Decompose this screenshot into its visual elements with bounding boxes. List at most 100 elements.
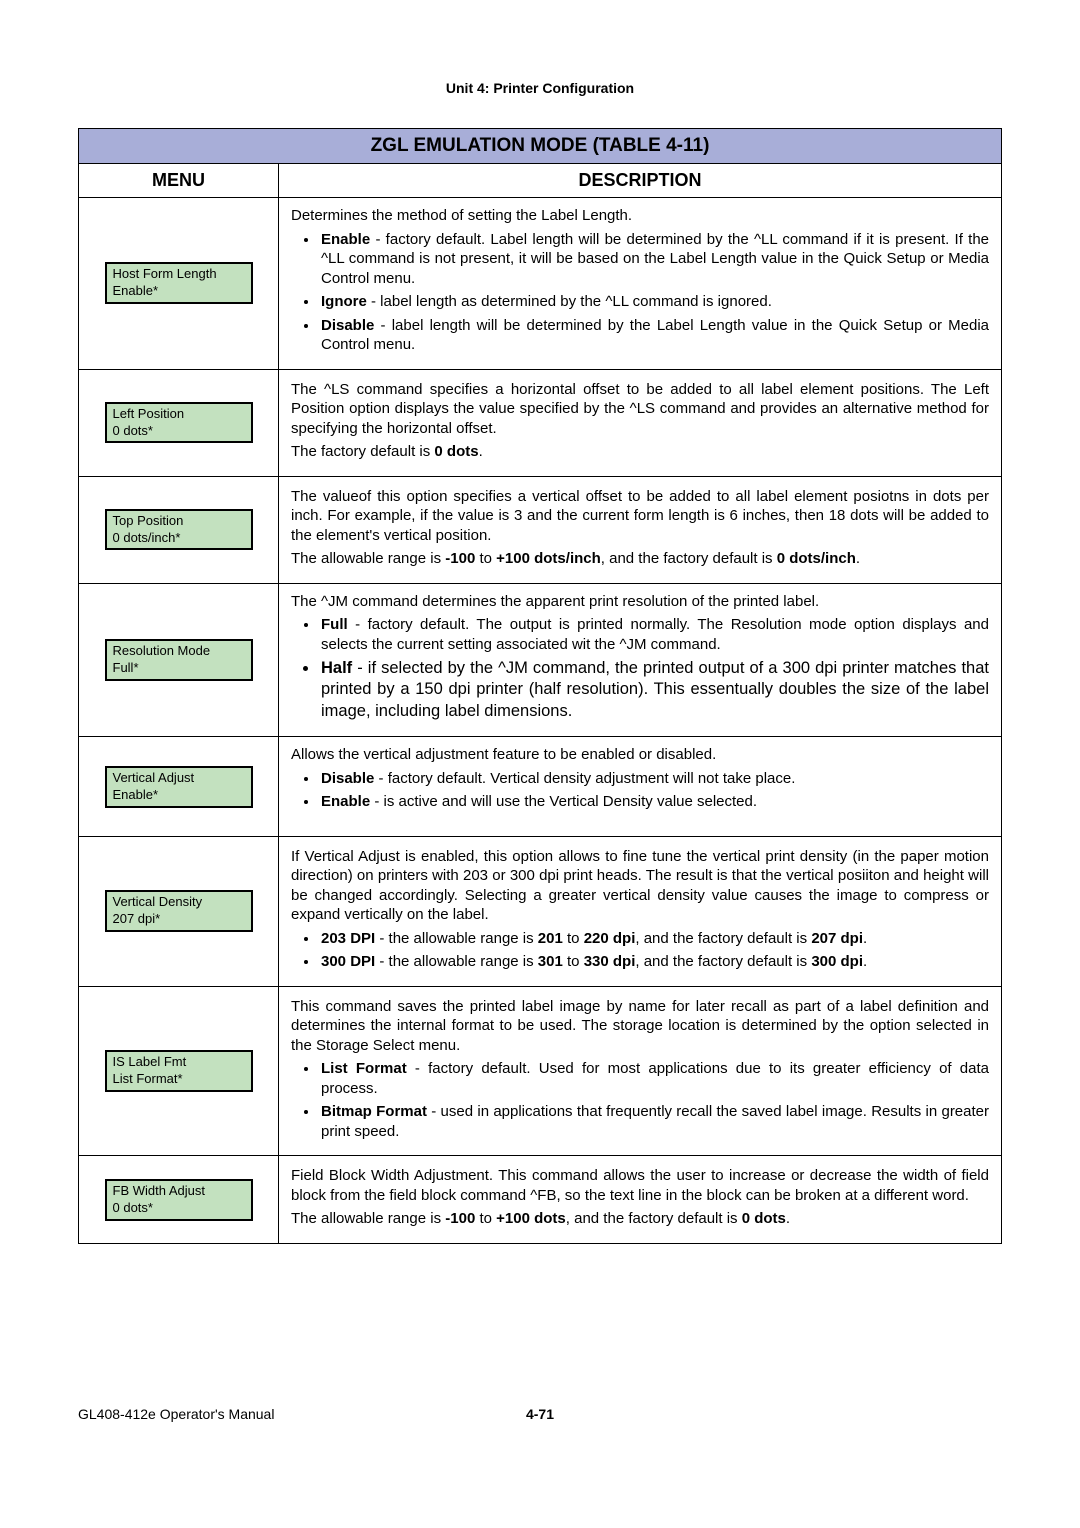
menu-label: FB Width Adjust xyxy=(107,1181,251,1200)
bold-value: 201 xyxy=(538,930,563,947)
footer-page-number: 4-71 xyxy=(526,1406,554,1422)
desc-para: The allowable range is -100 to +100 dots… xyxy=(291,549,989,569)
text: The allowable range is xyxy=(291,550,445,567)
desc-para: The factory default is 0 dots. xyxy=(291,442,989,462)
item-text: - is active and will use the Vertical De… xyxy=(370,793,757,810)
menu-value: 0 dots* xyxy=(107,1200,251,1219)
list-item: 203 DPI - the allowable range is 201 to … xyxy=(319,929,989,949)
desc-list: Disable - factory default. Vertical dens… xyxy=(291,769,989,812)
list-item: Disable - factory default. Vertical dens… xyxy=(319,769,989,789)
item-label: Bitmap Format xyxy=(321,1103,427,1120)
bold-value: +100 dots/inch xyxy=(496,550,601,567)
item-label: Half xyxy=(321,659,352,677)
menu-label: Left Position xyxy=(107,404,251,423)
menu-host-form-length: Host Form Length Enable* xyxy=(105,262,253,304)
menu-label: Resolution Mode xyxy=(107,641,251,660)
text: to xyxy=(563,930,584,947)
menu-value: Enable* xyxy=(107,787,251,806)
list-item: Ignore - label length as determined by t… xyxy=(319,292,989,312)
row-top-position: Top Position 0 dots/inch* The valueof th… xyxy=(79,476,1002,583)
unit-header: Unit 4: Printer Configuration xyxy=(78,80,1002,96)
text: to xyxy=(475,1210,496,1227)
list-item: Full - factory default. The output is pr… xyxy=(319,615,989,654)
desc-list: Enable - factory default. Label length w… xyxy=(291,230,989,355)
bold-value: +100 dots xyxy=(496,1210,566,1227)
text: The factory default is xyxy=(291,443,434,460)
menu-resolution-mode: Resolution Mode Full* xyxy=(105,639,253,681)
item-label: Full xyxy=(321,616,348,633)
item-label: Enable xyxy=(321,793,370,810)
menu-vertical-density: Vertical Density 207 dpi* xyxy=(105,890,253,932)
desc-para: The ^LS command specifies a horizontal o… xyxy=(291,380,989,439)
item-label: 203 DPI xyxy=(321,930,375,947)
col-menu: MENU xyxy=(79,164,279,198)
menu-value: Full* xyxy=(107,660,251,679)
text: , and the factory default is xyxy=(566,1210,742,1227)
desc-para: Field Block Width Adjustment. This comma… xyxy=(291,1166,989,1205)
item-text: - if selected by the ^JM command, the pr… xyxy=(321,659,989,720)
item-text: - factory default. Vertical density adju… xyxy=(374,770,795,787)
menu-left-position: Left Position 0 dots* xyxy=(105,402,253,444)
bold-value: 0 dots xyxy=(742,1210,786,1227)
col-description: DESCRIPTION xyxy=(279,164,1002,198)
desc-list: 203 DPI - the allowable range is 201 to … xyxy=(291,929,989,972)
item-label: Disable xyxy=(321,317,374,334)
list-item: Enable - factory default. Label length w… xyxy=(319,230,989,289)
zgl-table: ZGL EMULATION MODE (TABLE 4-11) MENU DES… xyxy=(78,128,1002,1244)
desc-intro: Allows the vertical adjustment feature t… xyxy=(291,745,989,765)
list-item: Disable - label length will be determine… xyxy=(319,316,989,355)
text: . xyxy=(863,953,867,970)
bold-value: 207 dpi xyxy=(811,930,863,947)
row-resolution-mode: Resolution Mode Full* The ^JM command de… xyxy=(79,583,1002,737)
menu-label: Vertical Density xyxy=(107,892,251,911)
menu-label: IS Label Fmt xyxy=(107,1052,251,1071)
row-vertical-density: Vertical Density 207 dpi* If Vertical Ad… xyxy=(79,836,1002,986)
row-host-form-length: Host Form Length Enable* Determines the … xyxy=(79,198,1002,370)
text: to xyxy=(475,550,496,567)
menu-value: Enable* xyxy=(107,283,251,302)
list-item: Enable - is active and will use the Vert… xyxy=(319,792,989,812)
bold-value: 220 dpi xyxy=(584,930,636,947)
row-vertical-adjust: Vertical Adjust Enable* Allows the verti… xyxy=(79,737,1002,837)
bold-value: 0 dots/inch xyxy=(777,550,856,567)
text: , and the factory default is xyxy=(601,550,777,567)
desc-intro: The ^JM command determines the apparent … xyxy=(291,592,989,612)
text: - the allowable range is xyxy=(375,953,538,970)
menu-value: 207 dpi* xyxy=(107,911,251,930)
menu-value: 0 dots/inch* xyxy=(107,530,251,549)
desc-para: If Vertical Adjust is enabled, this opti… xyxy=(291,847,989,925)
desc-para: The valueof this option specifies a vert… xyxy=(291,487,989,546)
item-text: - factory default. Used for most applica… xyxy=(321,1060,989,1097)
text: , and the factory default is xyxy=(635,953,811,970)
list-item: 300 DPI - the allowable range is 301 to … xyxy=(319,952,989,972)
item-text: - factory default. The output is printed… xyxy=(321,616,989,653)
menu-vertical-adjust: Vertical Adjust Enable* xyxy=(105,766,253,808)
desc-para: The allowable range is -100 to +100 dots… xyxy=(291,1209,989,1229)
list-item: List Format - factory default. Used for … xyxy=(319,1059,989,1098)
item-label: Ignore xyxy=(321,293,367,310)
text: . xyxy=(786,1210,790,1227)
item-label: List Format xyxy=(321,1060,407,1077)
menu-label: Host Form Length xyxy=(107,264,251,283)
item-text: - label length as determined by the ^LL … xyxy=(367,293,772,310)
menu-fb-width-adjust: FB Width Adjust 0 dots* xyxy=(105,1179,253,1221)
desc-para: This command saves the printed label ima… xyxy=(291,997,989,1056)
item-label: Enable xyxy=(321,231,370,248)
menu-value: 0 dots* xyxy=(107,423,251,442)
bold-value: 301 xyxy=(538,953,563,970)
menu-label: Vertical Adjust xyxy=(107,768,251,787)
text: . xyxy=(856,550,860,567)
row-left-position: Left Position 0 dots* The ^LS command sp… xyxy=(79,369,1002,476)
item-text: - factory default. Label length will be … xyxy=(321,231,989,287)
bold-value: 0 dots xyxy=(434,443,478,460)
desc-intro: Determines the method of setting the Lab… xyxy=(291,206,989,226)
text: . xyxy=(479,443,483,460)
item-label: 300 DPI xyxy=(321,953,375,970)
bold-value: -100 xyxy=(445,1210,475,1227)
text: , and the factory default is xyxy=(635,930,811,947)
text: - the allowable range is xyxy=(375,930,538,947)
item-text: - label length will be determined by the… xyxy=(321,317,989,354)
footer-left: GL408-412e Operator's Manual xyxy=(78,1406,274,1422)
menu-is-label-fmt: IS Label Fmt List Format* xyxy=(105,1050,253,1092)
desc-list: Full - factory default. The output is pr… xyxy=(291,615,989,722)
